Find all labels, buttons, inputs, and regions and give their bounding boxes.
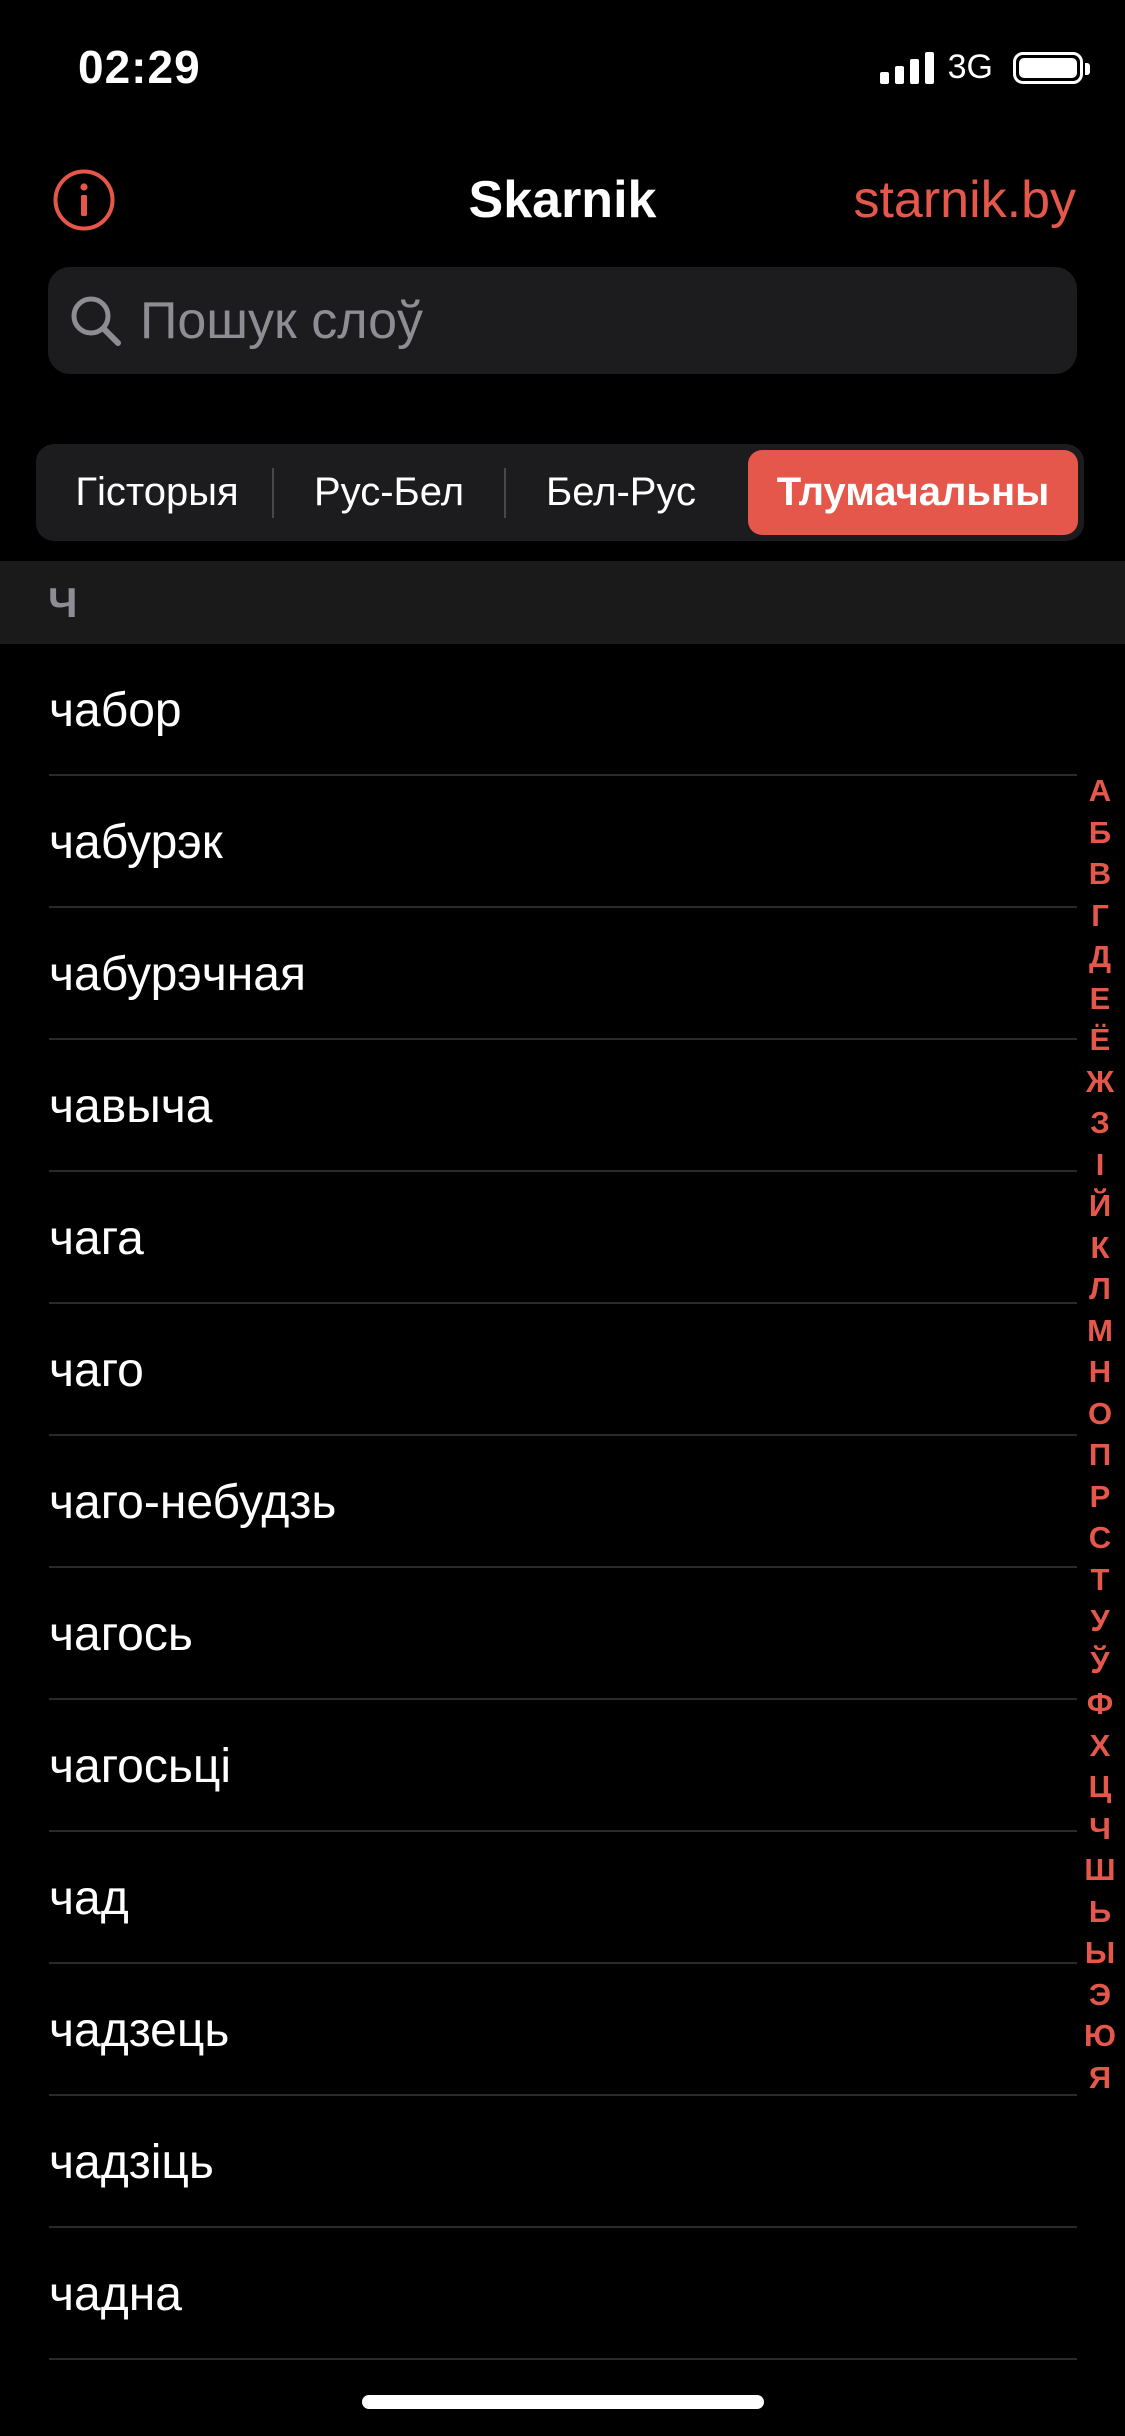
index-letter[interactable]: О <box>1088 1393 1112 1435</box>
home-indicator[interactable] <box>362 2395 764 2409</box>
list-item[interactable]: чад <box>0 1832 1125 1964</box>
index-letter[interactable]: Ю <box>1084 2015 1116 2057</box>
word-label: чавыча <box>49 1079 213 1133</box>
list-item[interactable]: чабор <box>0 644 1125 776</box>
index-letter[interactable]: Ё <box>1090 1019 1111 1061</box>
segment-bel-rus[interactable]: Бел-Рус <box>506 450 736 535</box>
network-type: 3G <box>947 48 993 86</box>
index-letter[interactable]: Й <box>1089 1185 1111 1227</box>
index-letter[interactable]: І <box>1096 1144 1105 1186</box>
index-letter[interactable]: В <box>1089 853 1111 895</box>
index-letter[interactable]: Ж <box>1086 1061 1114 1103</box>
segment-explanatory[interactable]: Тлумачальны <box>748 450 1078 535</box>
dictionary-segmented-control: Гісторыя Рус-Бел Бел-Рус Тлумачальны <box>36 444 1084 541</box>
signal-strength-icon <box>879 51 934 84</box>
list-item[interactable]: чадна <box>0 2228 1125 2360</box>
index-letter[interactable]: Б <box>1089 812 1111 854</box>
index-letter[interactable]: Ы <box>1085 1932 1115 1974</box>
word-label: чад <box>49 1871 129 1925</box>
index-letter[interactable]: Ф <box>1087 1683 1113 1725</box>
index-letter[interactable]: К <box>1091 1227 1110 1269</box>
list-item[interactable]: чавыча <box>0 1040 1125 1172</box>
search-input[interactable] <box>138 289 1042 352</box>
list-item[interactable]: чагось <box>0 1568 1125 1700</box>
battery-icon <box>1013 51 1090 84</box>
search-bar[interactable] <box>48 267 1077 374</box>
word-label: чабор <box>49 683 182 737</box>
list-item[interactable]: чаго <box>0 1304 1125 1436</box>
index-letter[interactable]: Я <box>1089 2057 1111 2099</box>
section-letter: Ч <box>48 578 78 626</box>
word-label: чабурэчная <box>49 947 306 1001</box>
index-letter[interactable]: Ш <box>1084 1849 1115 1891</box>
navigation-bar: Skarnik starnik.by <box>0 150 1125 250</box>
alphabet-index[interactable]: А Б В Г Д Е Ё Ж З І Й К Л М Н О П Р С Т … <box>1075 770 1125 2098</box>
word-label: чадна <box>49 2267 182 2321</box>
index-letter[interactable]: П <box>1089 1434 1111 1476</box>
list-item[interactable]: чабурэчная <box>0 908 1125 1040</box>
segment-rus-bel[interactable]: Рус-Бел <box>274 450 504 535</box>
status-time: 02:29 <box>78 41 201 93</box>
word-label: чагось <box>49 1607 193 1661</box>
status-indicators: 3G <box>879 48 1090 87</box>
index-letter[interactable]: Т <box>1091 1559 1110 1601</box>
list-item[interactable]: чага <box>0 1172 1125 1304</box>
index-letter[interactable]: С <box>1089 1517 1111 1559</box>
word-label: чаго <box>49 1343 144 1397</box>
word-label: чабурэк <box>49 815 223 869</box>
index-letter[interactable]: Ч <box>1089 1808 1111 1850</box>
segment-history[interactable]: Гісторыя <box>42 450 272 535</box>
index-letter[interactable]: Х <box>1090 1725 1111 1767</box>
word-label: чагосьці <box>49 1739 232 1793</box>
word-label: чаго-небудзь <box>49 1475 337 1529</box>
index-letter[interactable]: Р <box>1090 1476 1111 1518</box>
index-letter[interactable]: Ў <box>1090 1642 1109 1684</box>
word-list: чабор чабурэк чабурэчная чавыча чага чаг… <box>0 644 1125 2360</box>
index-letter[interactable]: У <box>1090 1600 1109 1642</box>
list-item[interactable]: чадзіць <box>0 2096 1125 2228</box>
index-letter[interactable]: Ь <box>1089 1891 1111 1933</box>
list-item[interactable]: чабурэк <box>0 776 1125 908</box>
index-letter[interactable]: Н <box>1089 1351 1111 1393</box>
index-letter[interactable]: Э <box>1089 1974 1111 2016</box>
word-label: чадзець <box>49 2003 230 2057</box>
search-icon <box>68 293 124 349</box>
word-label: чага <box>49 1211 144 1265</box>
index-letter[interactable]: Е <box>1090 978 1111 1020</box>
list-item[interactable]: чадзець <box>0 1964 1125 2096</box>
index-letter[interactable]: Ц <box>1089 1766 1112 1808</box>
index-letter[interactable]: Л <box>1089 1268 1111 1310</box>
index-letter[interactable]: М <box>1087 1310 1113 1352</box>
status-bar: 02:29 3G <box>0 0 1125 140</box>
battery-level <box>1019 57 1077 78</box>
index-letter[interactable]: З <box>1090 1102 1109 1144</box>
section-header: Ч <box>0 561 1125 644</box>
index-letter[interactable]: А <box>1089 770 1111 812</box>
index-letter[interactable]: Г <box>1091 895 1109 937</box>
word-label: чадзіць <box>49 2135 214 2189</box>
list-item[interactable]: чагосьці <box>0 1700 1125 1832</box>
website-link[interactable]: starnik.by <box>853 170 1076 230</box>
list-item[interactable]: чаго-небудзь <box>0 1436 1125 1568</box>
index-letter[interactable]: Д <box>1089 936 1111 978</box>
